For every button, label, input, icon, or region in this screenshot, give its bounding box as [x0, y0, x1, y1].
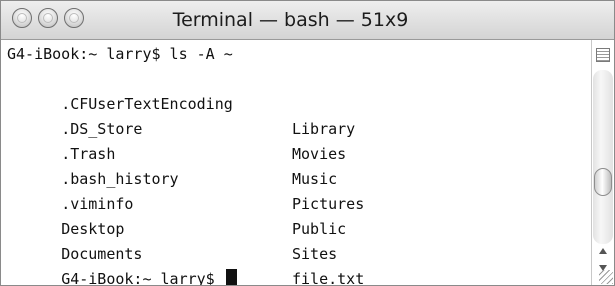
title-bar[interactable]: Terminal — bash — 51x9: [1, 1, 614, 40]
listing-row: Documents file.txt: [7, 217, 364, 285]
listing-entry: Music: [292, 170, 338, 188]
listing-row: .bash_history Pictures: [7, 142, 364, 213]
shell-prompt: G4-iBook:~ larry$: [61, 270, 224, 286]
split-pane-icon[interactable]: [596, 48, 610, 62]
listing-row: .CFUserTextEncoding Library: [7, 67, 355, 138]
terminal-output[interactable]: G4-iBook:~ larry$ ls -A ~ .CFUserTextEnc…: [1, 40, 591, 285]
close-button[interactable]: [12, 8, 32, 28]
scroll-track[interactable]: [593, 70, 613, 244]
listing-entry: Movies: [292, 145, 347, 163]
listing-entry: file.txt: [292, 270, 365, 286]
command-line: G4-iBook:~ larry$ ls -A ~: [7, 45, 233, 63]
zoom-button[interactable]: [64, 8, 84, 28]
resize-grip-icon[interactable]: [599, 270, 613, 284]
text-cursor: [225, 269, 237, 285]
prompt-line: G4-iBook:~ larry$: [7, 242, 237, 285]
vertical-scrollbar[interactable]: [591, 40, 614, 285]
listing-row: .DS_Store Movies: [7, 92, 346, 163]
listing-entry: Public: [292, 220, 347, 238]
listing-entry: Sites: [292, 245, 338, 263]
listing-row: .viminfo Public: [7, 167, 346, 238]
arrow-up-icon[interactable]: [599, 248, 607, 254]
listing-row: Desktop Sites: [7, 192, 337, 263]
window-title: Terminal — bash — 51x9: [172, 9, 409, 31]
listing-entry: Library: [292, 120, 356, 138]
terminal-window: Terminal — bash — 51x9 G4-iBook:~ larry$…: [0, 0, 615, 286]
listing-entry: Pictures: [292, 195, 365, 213]
minimize-button[interactable]: [38, 8, 58, 28]
scroll-thumb[interactable]: [594, 168, 612, 196]
listing-row: .Trash Music: [7, 117, 337, 188]
